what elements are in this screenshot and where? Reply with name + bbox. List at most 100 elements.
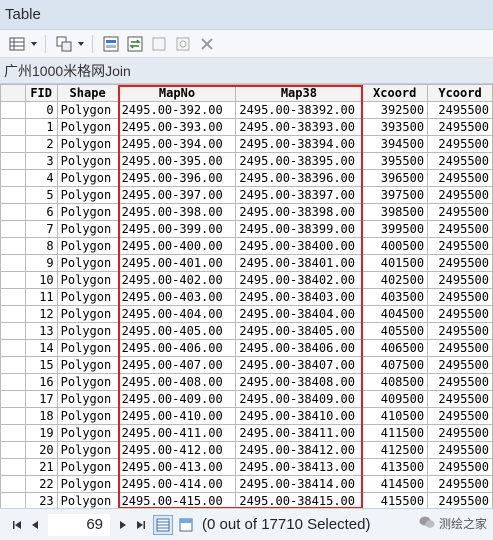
- related-tables-icon[interactable]: [53, 33, 75, 55]
- cell-shape[interactable]: Polygon: [56, 118, 119, 136]
- cell-shape[interactable]: Polygon: [56, 203, 119, 221]
- cell-mapno[interactable]: 2495.00-392.00: [117, 101, 237, 119]
- cell-fid[interactable]: 20: [24, 441, 58, 459]
- row-selector[interactable]: [0, 288, 26, 306]
- clear-selection-icon[interactable]: [148, 33, 170, 55]
- cell-mapno[interactable]: 2495.00-402.00: [117, 271, 237, 289]
- row-selector[interactable]: [0, 135, 26, 153]
- cell-xcoord[interactable]: 406500: [361, 339, 429, 357]
- cell-map38[interactable]: 2495.00-38412.00: [235, 441, 363, 459]
- table-row[interactable]: 0 Polygon 2495.00-392.00 2495.00-38392.00 39…: [0, 101, 493, 119]
- cell-mapno[interactable]: 2495.00-408.00: [117, 373, 237, 391]
- current-record-field[interactable]: 69: [48, 513, 110, 536]
- previous-record-icon[interactable]: [26, 514, 44, 536]
- cell-fid[interactable]: 23: [24, 492, 58, 508]
- cell-shape[interactable]: Polygon: [56, 475, 119, 493]
- cell-mapno[interactable]: 2495.00-394.00: [117, 135, 237, 153]
- cell-mapno[interactable]: 2495.00-414.00: [117, 475, 237, 493]
- cell-map38[interactable]: 2495.00-38398.00: [235, 203, 363, 221]
- cell-xcoord[interactable]: 411500: [361, 424, 429, 442]
- cell-shape[interactable]: Polygon: [56, 254, 119, 272]
- cell-ycoord[interactable]: 2495500: [427, 169, 493, 187]
- delete-selected-icon[interactable]: [196, 33, 218, 55]
- row-selector[interactable]: [0, 152, 26, 170]
- cell-shape[interactable]: Polygon: [56, 101, 119, 119]
- cell-ycoord[interactable]: 2495500: [427, 152, 493, 170]
- column-header-mapno[interactable]: MapNo: [117, 84, 237, 102]
- column-header-fid[interactable]: FID: [24, 84, 58, 102]
- cell-fid[interactable]: 12: [24, 305, 58, 323]
- cell-fid[interactable]: 0: [24, 101, 58, 119]
- attribute-table[interactable]: FID Shape MapNo Map38 Xcoord Ycoord 0 Pol…: [0, 84, 493, 508]
- row-selector[interactable]: [0, 220, 26, 238]
- cell-map38[interactable]: 2495.00-38396.00: [235, 169, 363, 187]
- column-header-xcoord[interactable]: Xcoord: [361, 84, 429, 102]
- column-header-ycoord[interactable]: Ycoord: [427, 84, 493, 102]
- cell-map38[interactable]: 2495.00-38414.00: [235, 475, 363, 493]
- cell-mapno[interactable]: 2495.00-406.00: [117, 339, 237, 357]
- table-row[interactable]: 18 Polygon 2495.00-410.00 2495.00-38410.00 4…: [0, 407, 493, 425]
- table-row[interactable]: 11 Polygon 2495.00-403.00 2495.00-38403.00 4…: [0, 288, 493, 306]
- cell-map38[interactable]: 2495.00-38392.00: [235, 101, 363, 119]
- column-header-map38[interactable]: Map38: [235, 84, 363, 102]
- cell-map38[interactable]: 2495.00-38394.00: [235, 135, 363, 153]
- show-selected-records-icon[interactable]: [176, 515, 196, 535]
- cell-xcoord[interactable]: 404500: [361, 305, 429, 323]
- cell-ycoord[interactable]: 2495500: [427, 118, 493, 136]
- cell-fid[interactable]: 16: [24, 373, 58, 391]
- cell-mapno[interactable]: 2495.00-401.00: [117, 254, 237, 272]
- table-row[interactable]: 22 Polygon 2495.00-414.00 2495.00-38414.00 4…: [0, 475, 493, 493]
- cell-fid[interactable]: 1: [24, 118, 58, 136]
- cell-shape[interactable]: Polygon: [56, 220, 119, 238]
- cell-xcoord[interactable]: 396500: [361, 169, 429, 187]
- row-selector[interactable]: [0, 169, 26, 187]
- cell-xcoord[interactable]: 408500: [361, 373, 429, 391]
- cell-mapno[interactable]: 2495.00-399.00: [117, 220, 237, 238]
- row-selector[interactable]: [0, 475, 26, 493]
- cell-mapno[interactable]: 2495.00-407.00: [117, 356, 237, 374]
- cell-mapno[interactable]: 2495.00-413.00: [117, 458, 237, 476]
- table-tab[interactable]: 广州1000米格网Join: [0, 58, 493, 84]
- attribute-grid[interactable]: FID Shape MapNo Map38 Xcoord Ycoord 0 Pol…: [0, 84, 493, 508]
- cell-ycoord[interactable]: 2495500: [427, 458, 493, 476]
- cell-ycoord[interactable]: 2495500: [427, 441, 493, 459]
- cell-map38[interactable]: 2495.00-38408.00: [235, 373, 363, 391]
- cell-xcoord[interactable]: 403500: [361, 288, 429, 306]
- cell-ycoord[interactable]: 2495500: [427, 492, 493, 508]
- cell-map38[interactable]: 2495.00-38393.00: [235, 118, 363, 136]
- cell-xcoord[interactable]: 401500: [361, 254, 429, 272]
- cell-ycoord[interactable]: 2495500: [427, 135, 493, 153]
- cell-xcoord[interactable]: 402500: [361, 271, 429, 289]
- row-selector[interactable]: [0, 407, 26, 425]
- cell-xcoord[interactable]: 414500: [361, 475, 429, 493]
- cell-xcoord[interactable]: 399500: [361, 220, 429, 238]
- cell-map38[interactable]: 2495.00-38410.00: [235, 407, 363, 425]
- cell-map38[interactable]: 2495.00-38395.00: [235, 152, 363, 170]
- cell-ycoord[interactable]: 2495500: [427, 271, 493, 289]
- cell-map38[interactable]: 2495.00-38407.00: [235, 356, 363, 374]
- cell-shape[interactable]: Polygon: [56, 373, 119, 391]
- table-row[interactable]: 20 Polygon 2495.00-412.00 2495.00-38412.00 4…: [0, 441, 493, 459]
- cell-fid[interactable]: 5: [24, 186, 58, 204]
- cell-fid[interactable]: 10: [24, 271, 58, 289]
- cell-mapno[interactable]: 2495.00-405.00: [117, 322, 237, 340]
- table-row[interactable]: 6 Polygon 2495.00-398.00 2495.00-38398.00 39…: [0, 203, 493, 221]
- row-selector[interactable]: [0, 186, 26, 204]
- cell-map38[interactable]: 2495.00-38409.00: [235, 390, 363, 408]
- zoom-to-selected-icon[interactable]: [172, 33, 194, 55]
- cell-fid[interactable]: 9: [24, 254, 58, 272]
- cell-xcoord[interactable]: 407500: [361, 356, 429, 374]
- last-record-icon[interactable]: [132, 514, 150, 536]
- row-selector[interactable]: [0, 492, 26, 508]
- cell-ycoord[interactable]: 2495500: [427, 339, 493, 357]
- table-row[interactable]: 4 Polygon 2495.00-396.00 2495.00-38396.00 39…: [0, 169, 493, 187]
- cell-xcoord[interactable]: 395500: [361, 152, 429, 170]
- cell-shape[interactable]: Polygon: [56, 424, 119, 442]
- row-selector[interactable]: [0, 373, 26, 391]
- table-row[interactable]: 17 Polygon 2495.00-409.00 2495.00-38409.00 4…: [0, 390, 493, 408]
- row-selector[interactable]: [0, 356, 26, 374]
- cell-shape[interactable]: Polygon: [56, 390, 119, 408]
- cell-mapno[interactable]: 2495.00-393.00: [117, 118, 237, 136]
- table-row[interactable]: 7 Polygon 2495.00-399.00 2495.00-38399.00 39…: [0, 220, 493, 238]
- cell-shape[interactable]: Polygon: [56, 135, 119, 153]
